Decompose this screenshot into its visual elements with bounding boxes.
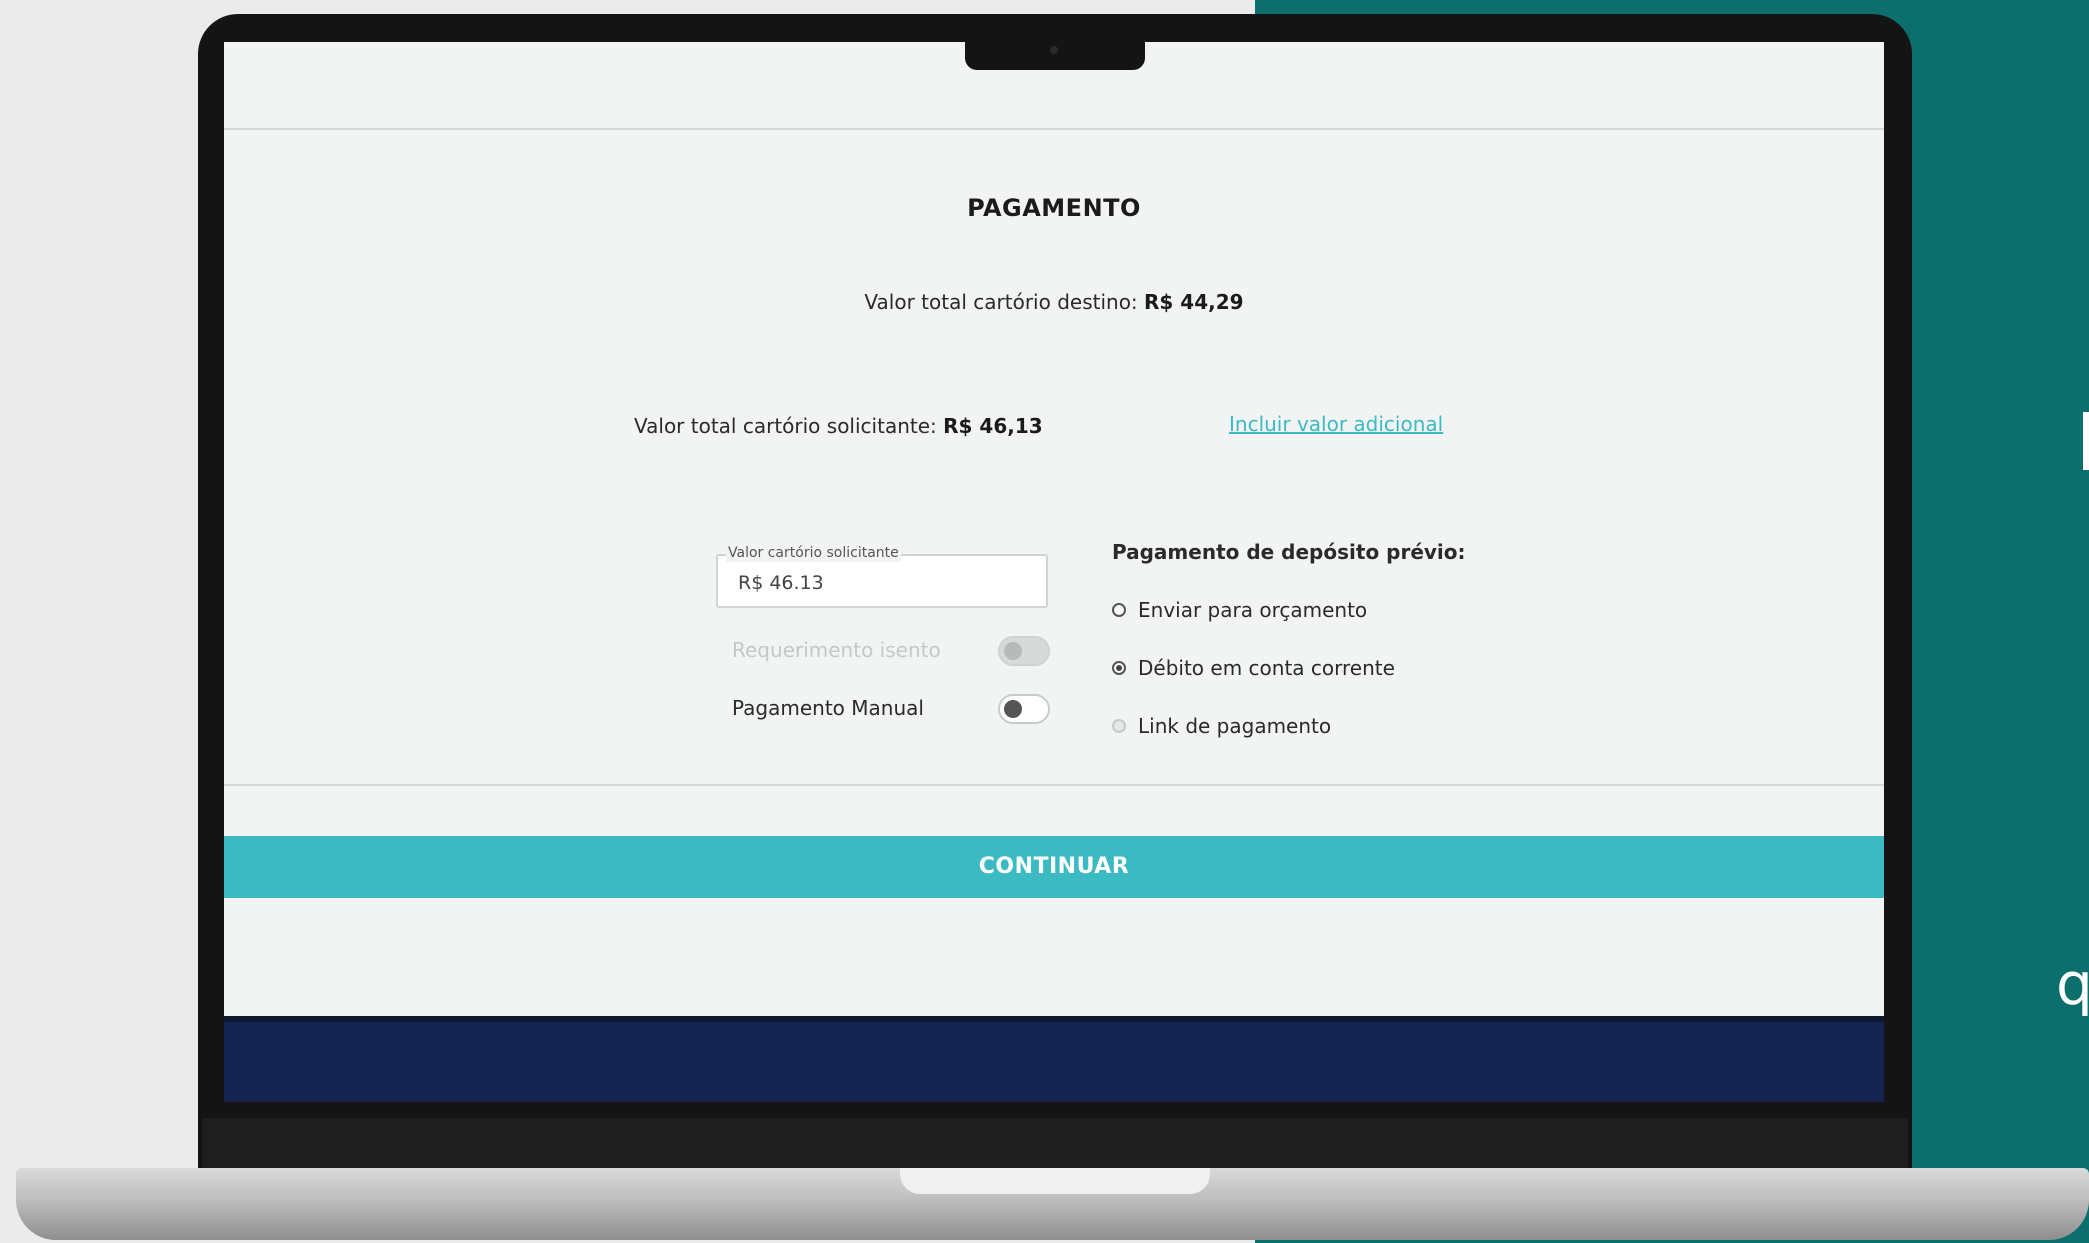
- radio-button[interactable]: [1112, 719, 1126, 733]
- page-title: PAGAMENTO: [967, 194, 1141, 222]
- deposit-payment-title: Pagamento de depósito prévio:: [1112, 540, 1466, 564]
- valor-solicitante-field-value[interactable]: R$ 46.13: [738, 572, 824, 594]
- pagamento-manual-label: Pagamento Manual: [732, 696, 924, 720]
- footer-band: [224, 1016, 1884, 1102]
- option-enviar-orcamento[interactable]: Enviar para orçamento: [1112, 598, 1367, 622]
- option-link-pagamento[interactable]: Link de pagamento: [1112, 714, 1331, 738]
- solicitante-total: Valor total cartório solicitante: R$ 46,…: [634, 414, 1043, 438]
- option-label: Link de pagamento: [1138, 714, 1332, 738]
- toggle-knob: [1004, 642, 1022, 660]
- solicitante-total-label: Valor total cartório solicitante:: [634, 414, 937, 438]
- add-value-link[interactable]: Incluir valor adicional: [1229, 412, 1443, 436]
- camera-icon: [1050, 46, 1058, 54]
- continue-button[interactable]: CONTINUAR: [224, 836, 1884, 898]
- option-label: Débito em conta corrente: [1138, 656, 1395, 680]
- pagamento-manual-toggle[interactable]: [998, 694, 1050, 724]
- edge-bar-decoration: [2083, 412, 2089, 470]
- radio-button-selected[interactable]: [1112, 661, 1126, 675]
- top-divider: [224, 128, 1884, 130]
- edge-text: q: [2056, 950, 2089, 1018]
- laptop-screen: PAGAMENTO Valor total cartório destino: …: [224, 42, 1884, 1102]
- requerimento-isento-toggle[interactable]: [998, 636, 1050, 666]
- laptop-base-notch: [900, 1168, 1210, 1194]
- solicitante-total-value: R$ 46,13: [943, 414, 1043, 438]
- option-debito-conta[interactable]: Débito em conta corrente: [1112, 656, 1395, 680]
- requerimento-isento-label: Requerimento isento: [732, 638, 941, 662]
- valor-solicitante-field-label: Valor cartório solicitante: [726, 544, 901, 562]
- destino-total-label: Valor total cartório destino:: [864, 290, 1138, 314]
- radio-button[interactable]: [1112, 603, 1126, 617]
- toggle-knob: [1004, 700, 1022, 718]
- form-divider: [224, 784, 1884, 786]
- destino-total: Valor total cartório destino: R$ 44,29: [224, 290, 1884, 314]
- destino-total-value: R$ 44,29: [1144, 290, 1244, 314]
- option-label: Enviar para orçamento: [1138, 598, 1368, 622]
